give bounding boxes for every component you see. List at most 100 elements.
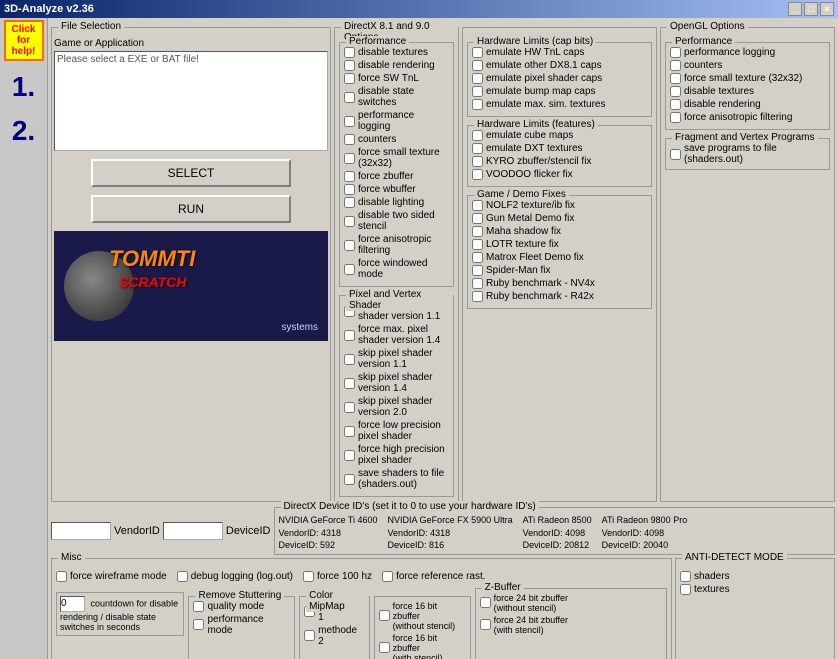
perf-chk-9[interactable]: [344, 197, 355, 208]
gd-chk-7[interactable]: [472, 291, 483, 302]
perf-opt-1: disable rendering: [344, 60, 449, 71]
click-help[interactable]: Click for help!: [4, 20, 44, 61]
misc-opt-3: force reference rast.: [382, 571, 485, 582]
perf-chk-3[interactable]: [344, 92, 355, 103]
misc-chk-1[interactable]: [177, 571, 188, 582]
gd-chk-5[interactable]: [472, 265, 483, 276]
feat-chk-2[interactable]: [472, 156, 483, 167]
feat-chk-3[interactable]: [472, 169, 483, 180]
cap-chk-2[interactable]: [472, 73, 483, 84]
ps-chk-7[interactable]: [344, 474, 355, 485]
stut-opt-1: performance mode: [193, 614, 290, 636]
game-path-placeholder: Please select a EXE or BAT file!: [57, 54, 199, 65]
perf-chk-2[interactable]: [344, 73, 355, 84]
f16-opt-1: force 16 bit zbuffer(with stencil): [379, 633, 466, 659]
anti-detect-title: ANTI-DETECT MODE: [682, 552, 787, 563]
card-1-device: DeviceID: 816: [388, 539, 513, 552]
select-button[interactable]: SELECT: [91, 159, 291, 187]
logo-area: TOMMTI SCRATCH systems: [54, 231, 328, 341]
frag-chk-0[interactable]: [670, 149, 681, 160]
ogl-chk-4[interactable]: [670, 99, 681, 110]
feat-chk-1[interactable]: [472, 143, 483, 154]
ps-opt-2: skip pixel shader version 1.1: [344, 348, 449, 370]
card-1-name: NVIDIA GeForce FX 5900 Ultra: [388, 514, 513, 527]
ogl-opt-1: counters: [670, 60, 825, 71]
misc-chk-3[interactable]: [382, 571, 393, 582]
gd-chk-0[interactable]: [472, 200, 483, 211]
gd-chk-6[interactable]: [472, 278, 483, 289]
stut-opt-0: quality mode: [193, 601, 290, 612]
device-id-label: DeviceID: [226, 525, 271, 537]
perf-chk-12[interactable]: [344, 264, 355, 275]
run-button[interactable]: RUN: [91, 195, 291, 223]
zb-chk-0[interactable]: [480, 597, 491, 608]
card-3-name: ATi Radeon 9800 Pro: [602, 514, 688, 527]
gd-chk-2[interactable]: [472, 226, 483, 237]
misc-chk-0[interactable]: [56, 571, 67, 582]
perf-chk-8[interactable]: [344, 184, 355, 195]
gd-chk-4[interactable]: [472, 252, 483, 263]
perf-chk-4[interactable]: [344, 116, 355, 127]
cap-chk-1[interactable]: [472, 60, 483, 71]
ps-opt-3: skip pixel shader version 1.4: [344, 372, 449, 394]
ps-chk-5[interactable]: [344, 426, 355, 437]
title-bar: 3D-Analyze v2.36 _ □ ×: [0, 0, 838, 18]
stut-chk-1[interactable]: [193, 619, 204, 630]
ad-opt-1: textures: [680, 584, 830, 595]
zb-chk-1[interactable]: [480, 619, 491, 630]
perf-chk-6[interactable]: [344, 153, 355, 164]
ad-chk-0[interactable]: [680, 571, 691, 582]
ps-chk-3[interactable]: [344, 378, 355, 389]
stuttering-section: Remove Stuttering quality mode performan…: [188, 596, 295, 659]
game-app-label: Game or Application: [54, 38, 328, 49]
ps-chk-6[interactable]: [344, 450, 355, 461]
title-bar-buttons: _ □ ×: [788, 2, 834, 16]
ogl-chk-1[interactable]: [670, 60, 681, 71]
countdown-box: countdown for disable rendering / disabl…: [56, 592, 184, 636]
ad-chk-1[interactable]: [680, 584, 691, 595]
ps-chk-4[interactable]: [344, 402, 355, 413]
perf-opt-7: force zbuffer: [344, 171, 449, 182]
mip-chk-1[interactable]: [304, 630, 315, 641]
countdown-input[interactable]: [60, 596, 85, 612]
perf-chk-0[interactable]: [344, 47, 355, 58]
game-path-display: Please select a EXE or BAT file!: [54, 51, 328, 151]
vendor-id-input[interactable]: [51, 522, 111, 540]
ogl-chk-3[interactable]: [670, 86, 681, 97]
ogl-chk-5[interactable]: [670, 112, 681, 123]
perf-chk-10[interactable]: [344, 216, 355, 227]
ps-chk-1[interactable]: [344, 330, 355, 341]
perf-chk-1[interactable]: [344, 60, 355, 71]
ogl-chk-2[interactable]: [670, 73, 681, 84]
card-2-name: ATi Radeon 8500: [523, 514, 592, 527]
f16-chk-1[interactable]: [379, 642, 390, 653]
perf-chk-11[interactable]: [344, 240, 355, 251]
ps-chk-2[interactable]: [344, 354, 355, 365]
ogl-chk-0[interactable]: [670, 47, 681, 58]
cap-chk-3[interactable]: [472, 86, 483, 97]
perf-opt-3: disable state switches: [344, 86, 449, 108]
close-button[interactable]: ×: [820, 2, 834, 16]
gd-chk-3[interactable]: [472, 239, 483, 250]
device-ids-title: DirectX Device ID's (set it to 0 to use …: [281, 501, 539, 512]
maximize-button[interactable]: □: [804, 2, 818, 16]
cap-chk-0[interactable]: [472, 47, 483, 58]
gd-chk-1[interactable]: [472, 213, 483, 224]
feat-chk-0[interactable]: [472, 130, 483, 141]
hardware-panel: Hardware Limits (cap bits) emulate HW Tn…: [462, 27, 657, 502]
perf-chk-5[interactable]: [344, 134, 355, 145]
card-0-vendor: VendorID: 4318: [279, 527, 378, 540]
performance-section: Performance disable textures disable ren…: [339, 42, 454, 287]
minimize-button[interactable]: _: [788, 2, 802, 16]
misc-chk-2[interactable]: [303, 571, 314, 582]
perf-chk-7[interactable]: [344, 171, 355, 182]
force16-section: force 16 bit zbuffer(without stencil) fo…: [374, 596, 471, 659]
hw-features-title: Hardware Limits (features): [474, 119, 598, 130]
ps-opt-1: force max. pixel shader version 1.4: [344, 324, 449, 346]
f16-chk-0[interactable]: [379, 610, 390, 621]
device-id-input[interactable]: [163, 522, 223, 540]
cap-chk-4[interactable]: [472, 99, 483, 110]
stut-chk-0[interactable]: [193, 601, 204, 612]
gd-opt-2: Maha shadow fix: [472, 226, 647, 237]
card-3-device: DeviceID: 20040: [602, 539, 688, 552]
